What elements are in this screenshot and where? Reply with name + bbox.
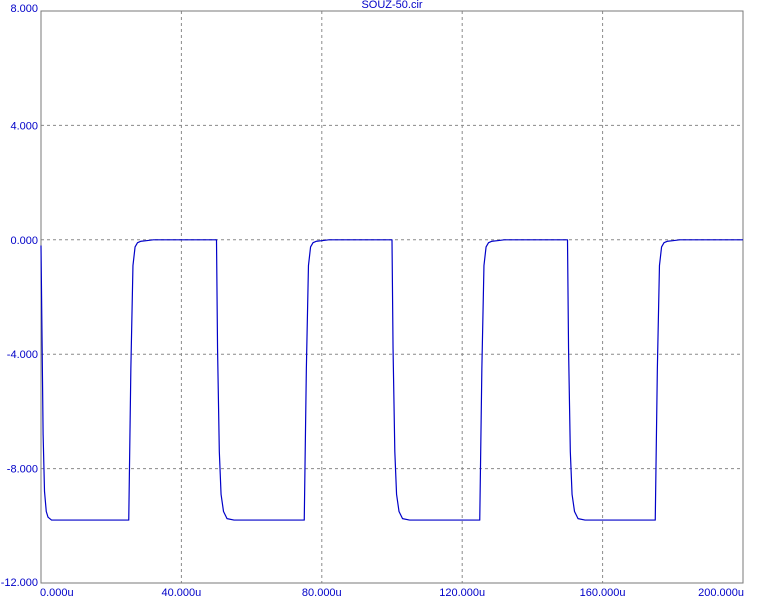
plot-background bbox=[0, 0, 769, 601]
y-tick-label: 8.000 bbox=[10, 3, 38, 15]
y-tick-label: -12.000 bbox=[1, 577, 38, 589]
x-tick-label: 0.000u bbox=[40, 587, 74, 599]
x-tick-label: 80.000u bbox=[302, 587, 342, 599]
waveform-plot: 8.000 4.000 0.000 -4.000 -8.000 -12.000 0.000… bbox=[0, 0, 769, 601]
chart-title: SOUZ-50.cir bbox=[361, 0, 422, 11]
x-tick-label: 160.000u bbox=[580, 587, 626, 599]
y-tick-label: 4.000 bbox=[10, 120, 38, 132]
y-tick-label: -4.000 bbox=[7, 349, 38, 361]
y-tick-label: 0.000 bbox=[10, 235, 38, 247]
y-tick-label: -8.000 bbox=[7, 464, 38, 476]
x-tick-label: 120.000u bbox=[439, 587, 485, 599]
x-tick-label: 40.000u bbox=[162, 587, 202, 599]
x-tick-label: 200.000u bbox=[698, 587, 744, 599]
